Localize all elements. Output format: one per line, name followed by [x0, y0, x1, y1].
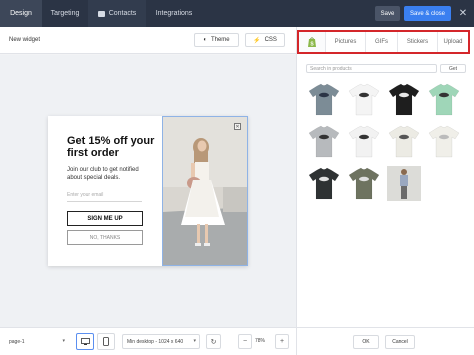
tab-label: Targeting: [50, 10, 80, 17]
media-panel-footer: OK Cancel: [296, 327, 474, 355]
css-button[interactable]: ⚡ CSS: [245, 33, 285, 47]
popup-content: Get 15% off your first order Join our cl…: [48, 116, 162, 266]
tab-targeting[interactable]: Targeting: [42, 0, 88, 27]
product-search: Search in products Get: [306, 64, 466, 74]
product-thumbnail[interactable]: [346, 123, 382, 160]
product-thumbnail[interactable]: [306, 165, 342, 202]
chevron-down-icon: ▾: [62, 338, 65, 344]
tshirt-image: [388, 83, 420, 116]
tshirt-image: [308, 167, 340, 200]
popup-preview[interactable]: Get 15% off your first order Join our cl…: [48, 116, 248, 266]
canvas-toolbar: page-1 ▾ Min desktop - 1024 x 640 ▾ ↻ − …: [0, 327, 296, 355]
no-thanks-button[interactable]: NO, THANKS: [67, 230, 143, 245]
product-thumbnail[interactable]: [346, 165, 382, 202]
tshirt-image: [308, 125, 340, 158]
zoom-in-button[interactable]: +: [275, 334, 289, 349]
signup-button[interactable]: SIGN ME UP: [67, 211, 143, 226]
media-panel: S Pictures GIFs Stickers Upload Search i…: [296, 27, 474, 327]
desktop-view-button[interactable]: [76, 333, 94, 350]
product-thumbnail[interactable]: [386, 81, 422, 118]
media-source-tabs: S Pictures GIFs Stickers Upload: [297, 30, 470, 54]
tshirt-image: [428, 83, 460, 116]
desktop-icon: [80, 337, 90, 345]
product-thumbnail[interactable]: [306, 81, 342, 118]
page-select-value: page-1: [9, 339, 25, 345]
theme-label: Theme: [210, 37, 230, 43]
resolution-select[interactable]: Min desktop - 1024 x 640 ▾: [122, 334, 200, 349]
popup-image[interactable]: ✕: [162, 116, 248, 266]
tshirt-image: [428, 125, 460, 158]
zoom-out-button[interactable]: −: [238, 334, 252, 349]
save-button[interactable]: Save: [375, 6, 400, 21]
tab-stickers[interactable]: Stickers: [398, 32, 438, 52]
product-thumbnail[interactable]: [346, 81, 382, 118]
zoom-level: 78%: [255, 338, 266, 344]
shopify-icon: S: [308, 36, 316, 47]
product-thumbnail[interactable]: [386, 165, 422, 202]
tab-contacts[interactable]: Contacts: [88, 0, 146, 27]
product-thumbnail[interactable]: [306, 123, 342, 160]
tshirt-image: [348, 125, 380, 158]
popup-close-icon[interactable]: ✕: [234, 123, 241, 130]
tshirt-image: [388, 125, 420, 158]
tab-upload[interactable]: Upload: [438, 32, 468, 52]
popup-subtext[interactable]: Join our club to get notified about spec…: [67, 166, 152, 182]
model-photo-image: [387, 166, 421, 201]
tshirt-image: [308, 83, 340, 116]
chevron-down-icon: ▾: [193, 338, 196, 344]
product-thumbnail[interactable]: [426, 81, 462, 118]
page-select[interactable]: page-1 ▾: [9, 335, 67, 349]
close-icon[interactable]: ✕: [457, 7, 469, 19]
tab-label: Design: [10, 10, 32, 17]
tshirt-image: [348, 83, 380, 116]
contrast-icon: ◐: [203, 37, 207, 43]
tab-pictures[interactable]: Pictures: [326, 32, 366, 52]
theme-button[interactable]: ◐ Theme: [194, 33, 239, 47]
product-thumbnail[interactable]: [426, 123, 462, 160]
top-nav-bar: Design Targeting Contacts Integrations S…: [0, 0, 474, 27]
lightning-icon: ⚡: [253, 37, 261, 44]
rotate-button[interactable]: ↻: [206, 334, 221, 349]
rotate-icon: ↻: [210, 338, 217, 346]
mobile-icon: [103, 337, 109, 346]
tab-label: Contacts: [108, 10, 137, 17]
woman-photo: [163, 117, 247, 265]
email-field[interactable]: Enter your email: [67, 192, 142, 202]
tab-gifs[interactable]: GIFs: [366, 32, 398, 52]
product-thumbnail[interactable]: [386, 123, 422, 160]
editor-header: New widget ◐ Theme ⚡ CSS: [0, 27, 296, 54]
popup-headline[interactable]: Get 15% off your first order: [67, 135, 157, 159]
tab-shopify[interactable]: S: [299, 32, 326, 52]
widget-title: New widget: [9, 37, 41, 43]
tab-design[interactable]: Design: [0, 0, 42, 27]
save-and-close-button[interactable]: Save & close: [404, 6, 451, 21]
ok-button[interactable]: OK: [353, 335, 379, 349]
tshirt-image: [348, 167, 380, 200]
search-button[interactable]: Get: [440, 64, 466, 73]
cancel-button[interactable]: Cancel: [385, 335, 415, 349]
mobile-view-button[interactable]: [97, 333, 115, 350]
resolution-value: Min desktop - 1024 x 640: [127, 338, 184, 345]
css-label: CSS: [264, 37, 277, 43]
tab-label: Integrations: [155, 10, 193, 17]
search-input[interactable]: Search in products: [306, 64, 437, 73]
tab-integrations[interactable]: Integrations: [146, 0, 202, 27]
contacts-icon: [97, 10, 105, 17]
